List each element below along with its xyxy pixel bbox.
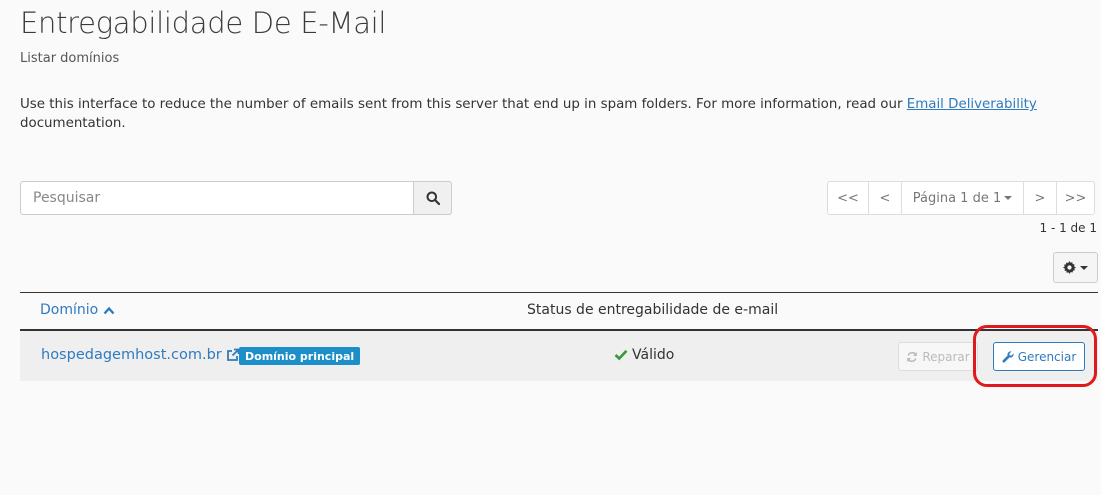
domain-name: hospedagemhost.com.br (41, 347, 222, 363)
search-button[interactable] (413, 181, 452, 215)
check-icon (614, 349, 628, 361)
intro-text: Use this interface to reduce the number … (20, 97, 907, 112)
page-subtitle: Listar domínios (20, 51, 120, 66)
table-top-border (20, 292, 1098, 293)
highlight-annotation (973, 325, 1097, 387)
column-header-domain-label: Domínio (40, 302, 99, 318)
refresh-icon (907, 351, 918, 362)
gear-icon (1063, 261, 1076, 274)
status-text: Válido (632, 347, 675, 363)
external-link-icon (226, 348, 240, 361)
email-deliverability-link[interactable]: Email Deliverability (907, 97, 1037, 112)
search-icon (426, 191, 440, 205)
column-header-status: Status de entregabilidade de e-mail (527, 302, 779, 318)
settings-button[interactable] (1053, 252, 1098, 283)
page-title: Entregabilidade De E-Mail (20, 6, 387, 40)
search-input[interactable] (20, 181, 413, 215)
caret-down-icon (1080, 265, 1088, 270)
primary-domain-badge: Domínio principal (239, 347, 361, 365)
results-count: 1 - 1 de 1 (1039, 221, 1098, 235)
repair-button[interactable]: Reparar (898, 342, 978, 371)
page-select[interactable]: Página 1 de 1 (901, 181, 1024, 215)
repair-label: Reparar (922, 349, 970, 364)
intro-paragraph: Use this interface to reduce the number … (20, 95, 1090, 133)
pagination: << < Página 1 de 1 > >> (827, 181, 1095, 215)
next-page-button[interactable]: > (1023, 181, 1057, 215)
chevron-up-icon (103, 306, 115, 314)
intro-suffix: documentation. (20, 116, 126, 131)
last-page-button[interactable]: >> (1056, 181, 1095, 215)
page-select-label: Página 1 de 1 (912, 190, 1002, 206)
search-bar (20, 181, 452, 215)
deliverability-status: Válido (614, 347, 674, 363)
column-header-domain[interactable]: Domínio (40, 302, 115, 318)
domain-link[interactable]: hospedagemhost.com.br (41, 347, 240, 363)
caret-down-icon (1004, 196, 1013, 200)
first-page-button[interactable]: << (827, 181, 869, 215)
prev-page-button[interactable]: < (868, 181, 902, 215)
